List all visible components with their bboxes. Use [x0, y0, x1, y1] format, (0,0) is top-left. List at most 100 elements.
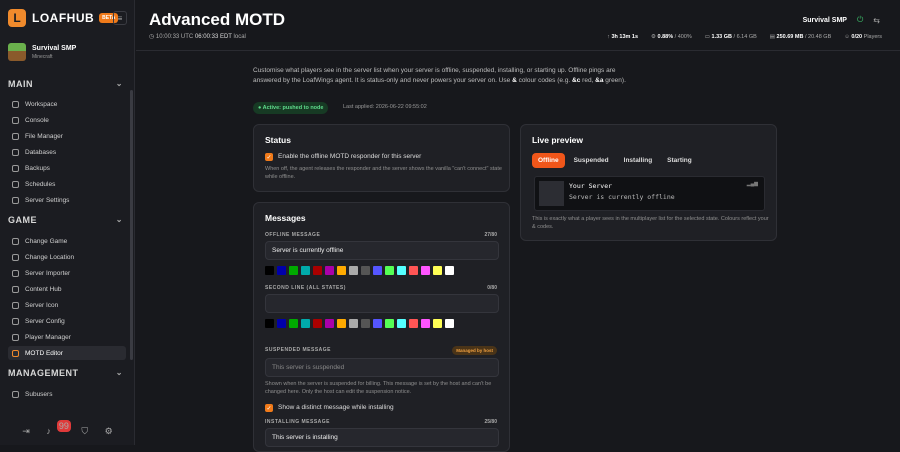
sidebar-item-backups[interactable]: Backups	[8, 161, 126, 175]
color-swatch[interactable]	[421, 266, 430, 275]
sidebar-item-schedules[interactable]: Schedules	[8, 177, 126, 191]
chevron-down-icon: ⌄	[115, 368, 123, 377]
server-header: Survival SMP ⏻ ⇆	[803, 15, 880, 25]
color-swatch[interactable]	[265, 319, 274, 328]
sidebar-item-workspace[interactable]: Workspace	[8, 97, 126, 111]
installing-message-input[interactable]: This server is installing	[265, 428, 499, 447]
distinct-installing-checkbox[interactable]: ✓	[265, 404, 273, 412]
location-pin-icon	[12, 253, 19, 261]
server-name: Survival SMP	[32, 44, 77, 52]
sidebar: L LOAFHUB BETA ≡ Survival SMP Minecraft …	[0, 0, 135, 445]
tab-suspended[interactable]: Suspended	[568, 153, 615, 168]
color-swatch[interactable]	[445, 266, 454, 275]
users-icon	[12, 333, 19, 341]
sidebar-item-file-manager[interactable]: File Manager	[8, 129, 126, 143]
color-swatch[interactable]	[301, 266, 310, 275]
color-swatch[interactable]	[433, 266, 442, 275]
sidebar-collapse-button[interactable]: ≡	[113, 11, 127, 25]
suspended-message-label: SUSPENDED MESSAGE	[265, 347, 332, 353]
color-swatch[interactable]	[301, 319, 310, 328]
sidebar-item-content-hub[interactable]: Content Hub	[8, 282, 126, 296]
tab-offline[interactable]: Offline	[532, 153, 565, 168]
color-swatch[interactable]	[325, 319, 334, 328]
color-swatch[interactable]	[313, 266, 322, 275]
color-swatch[interactable]	[433, 319, 442, 328]
sidebar-item-server-importer[interactable]: Server Importer	[8, 266, 126, 280]
color-swatch[interactable]	[373, 319, 382, 328]
color-swatch[interactable]	[337, 266, 346, 275]
sidebar-item-databases[interactable]: Databases	[8, 145, 126, 159]
gear-icon[interactable]: ⚙	[105, 426, 113, 437]
memory-stat: ▭ 1.33 GB / 6.14 GB	[704, 34, 757, 40]
disk-value: 250.69 MB	[776, 34, 804, 40]
color-swatch[interactable]	[445, 319, 454, 328]
logout-icon[interactable]: ⇥	[22, 426, 30, 437]
shield-icon[interactable]: ⛉	[81, 426, 88, 437]
color-swatch[interactable]	[361, 319, 370, 328]
sidebar-item-server-settings[interactable]: Server Settings	[8, 193, 126, 207]
bell-icon[interactable]: ♪ 99	[46, 420, 71, 436]
color-swatch[interactable]	[397, 319, 406, 328]
color-swatch[interactable]	[277, 319, 286, 328]
color-swatch[interactable]	[385, 319, 394, 328]
sidebar-item-player-manager[interactable]: Player Manager	[8, 330, 126, 344]
sidebar-item-label: Change Location	[25, 253, 75, 261]
second-line-input[interactable]	[265, 294, 499, 313]
sidebar-item-change-game[interactable]: Change Game	[8, 234, 126, 248]
notification-badge: 99	[56, 420, 71, 432]
color-swatch[interactable]	[265, 266, 274, 275]
swap-icon[interactable]: ⇆	[873, 16, 880, 25]
color-swatch[interactable]	[397, 266, 406, 275]
disk-stat: ▤ 250.69 MB / 20.48 GB	[769, 34, 832, 40]
section-management[interactable]: MANAGEMENT ⌄	[8, 368, 123, 378]
sidebar-item-change-location[interactable]: Change Location	[8, 250, 126, 264]
status-card: Status ✓ Enable the offline MOTD respond…	[253, 124, 510, 192]
uptime-value: 3h 13m 1s	[611, 34, 639, 40]
sidebar-item-motd-editor[interactable]: MOTD Editor	[8, 346, 126, 360]
intro-text: Customise what players see in the server…	[253, 67, 626, 84]
color-swatch[interactable]	[385, 266, 394, 275]
sidebar-item-label: Server Settings	[25, 196, 70, 204]
color-swatch[interactable]	[421, 319, 430, 328]
cpu-max: / 400%	[674, 34, 692, 40]
time-local: 06:00:33 EDT	[194, 34, 232, 40]
database-icon	[12, 148, 19, 156]
server-selector[interactable]: Survival SMP Minecraft	[8, 43, 76, 61]
color-swatch[interactable]	[349, 319, 358, 328]
sidebar-item-console[interactable]: Console	[8, 113, 126, 127]
color-swatch[interactable]	[289, 319, 298, 328]
color-swatch[interactable]	[349, 266, 358, 275]
sidebar-item-server-icon[interactable]: Server Icon	[8, 298, 126, 312]
offline-message-label: OFFLINE MESSAGE	[265, 232, 321, 238]
section-game[interactable]: GAME ⌄	[8, 215, 123, 225]
power-icon[interactable]: ⏻	[857, 15, 863, 25]
offline-message-input[interactable]: Server is currently offline	[265, 241, 499, 260]
sidebar-item-label: Console	[25, 116, 49, 124]
server-list-preview: Your Server Server is currently offline …	[534, 176, 765, 211]
sidebar-item-label: Server Icon	[25, 301, 59, 309]
tab-starting[interactable]: Starting	[661, 153, 698, 168]
time-local-suffix: local	[233, 34, 246, 40]
color-swatch[interactable]	[361, 266, 370, 275]
section-main[interactable]: MAIN ⌄	[8, 79, 123, 89]
section-main-label: MAIN	[8, 79, 33, 89]
page-title: Advanced MOTD	[149, 10, 286, 29]
brand[interactable]: L LOAFHUB BETA	[8, 9, 119, 27]
color-swatch[interactable]	[289, 266, 298, 275]
color-swatch[interactable]	[313, 319, 322, 328]
sidebar-item-server-config[interactable]: Server Config	[8, 314, 126, 328]
color-swatch[interactable]	[373, 266, 382, 275]
color-swatches-offline	[265, 266, 454, 275]
gamepad-icon	[12, 237, 19, 245]
tab-installing[interactable]: Installing	[618, 153, 659, 168]
color-swatch[interactable]	[325, 266, 334, 275]
color-swatch[interactable]	[337, 319, 346, 328]
color-swatch[interactable]	[409, 319, 418, 328]
server-thumbnail	[8, 43, 26, 61]
sidebar-scrollbar[interactable]	[130, 90, 133, 360]
color-swatch[interactable]	[277, 266, 286, 275]
sidebar-item-subusers[interactable]: Subusers	[8, 387, 126, 401]
enable-responder-checkbox[interactable]: ✓	[265, 153, 273, 161]
second-line-label: SECOND LINE (ALL STATES)	[265, 285, 346, 291]
color-swatch[interactable]	[409, 266, 418, 275]
